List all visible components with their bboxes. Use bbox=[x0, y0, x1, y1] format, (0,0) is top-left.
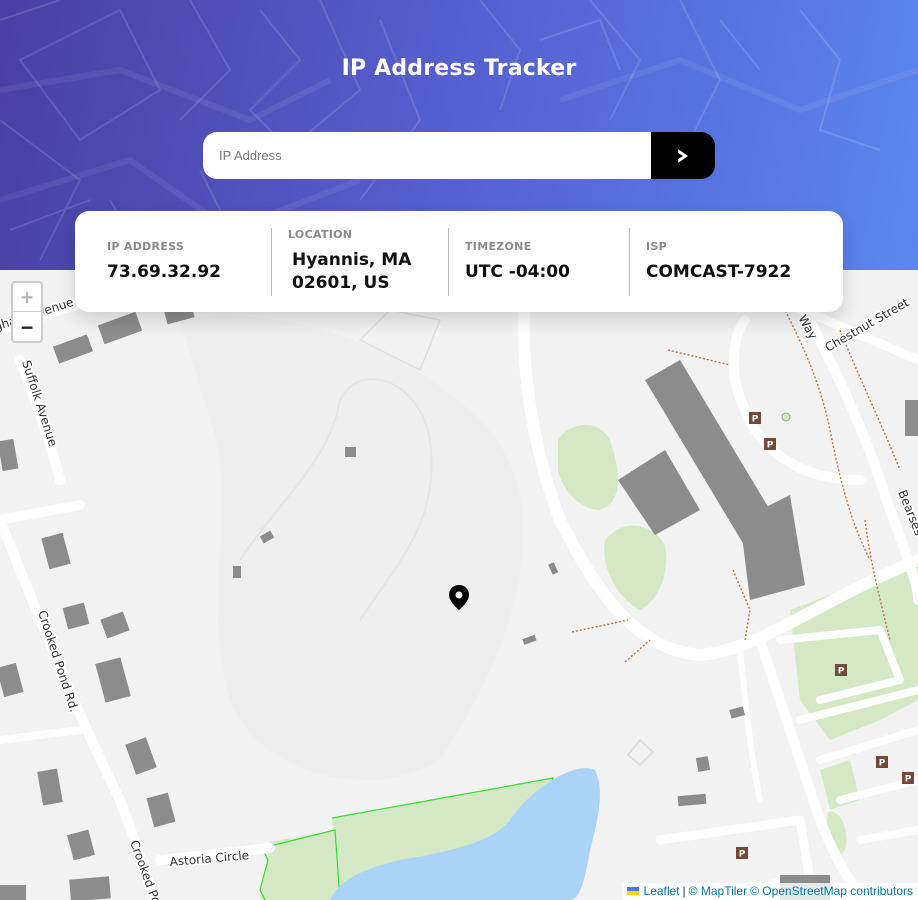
location-section: LOCATION Hyannis, MA 02601, US bbox=[272, 228, 448, 295]
svg-text:P: P bbox=[767, 441, 774, 451]
svg-text:P: P bbox=[739, 850, 746, 860]
zoom-control: + − bbox=[11, 281, 43, 343]
leaflet-link[interactable]: Leaflet bbox=[644, 884, 680, 898]
svg-text:P: P bbox=[752, 415, 759, 425]
attribution-separator: | bbox=[682, 884, 686, 898]
maptiler-link[interactable]: © MapTiler bbox=[689, 884, 747, 898]
timezone-value: UTC -04:00 bbox=[465, 261, 570, 282]
map-attribution: Leaflet | © MapTiler © OpenStreetMap con… bbox=[621, 883, 918, 900]
isp-label: ISP bbox=[646, 239, 667, 253]
ip-address-value: 73.69.32.92 bbox=[107, 261, 222, 282]
ukraine-flag-icon bbox=[626, 887, 639, 895]
search-form bbox=[203, 132, 715, 179]
osm-link[interactable]: © OpenStreetMap contributors bbox=[750, 884, 913, 898]
svg-text:P: P bbox=[905, 775, 912, 785]
ip-address-section: IP ADDRESS 73.69.32.92 bbox=[107, 240, 271, 284]
svg-text:P: P bbox=[879, 759, 886, 769]
ip-info-card: IP ADDRESS 73.69.32.92 LOCATION Hyannis,… bbox=[75, 211, 843, 312]
isp-section: ISP COMCAST-7922 bbox=[630, 240, 791, 284]
location-label: LOCATION bbox=[288, 228, 353, 241]
ip-address-label: IP ADDRESS bbox=[107, 239, 185, 253]
zoom-out-button[interactable]: − bbox=[13, 312, 41, 341]
timezone-section: TIMEZONE UTC -04:00 bbox=[449, 240, 629, 284]
isp-value: COMCAST-7922 bbox=[646, 261, 792, 282]
chevron-right-icon bbox=[678, 148, 688, 163]
ip-search-input[interactable] bbox=[203, 132, 651, 179]
location-value: Hyannis, MA 02601, US bbox=[292, 250, 412, 293]
svg-text:P: P bbox=[838, 667, 845, 677]
timezone-label: TIMEZONE bbox=[465, 239, 532, 253]
location-pin-icon[interactable] bbox=[448, 585, 470, 615]
page-title: IP Address Tracker bbox=[341, 56, 577, 81]
search-submit-button[interactable] bbox=[651, 132, 715, 179]
zoom-in-button[interactable]: + bbox=[13, 283, 41, 312]
